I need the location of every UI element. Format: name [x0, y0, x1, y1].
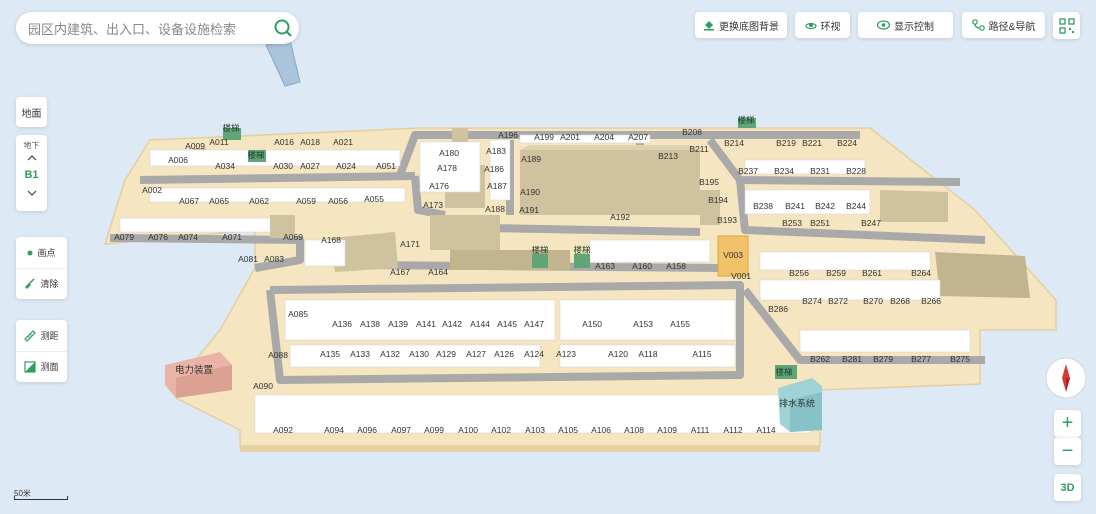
current-floor-label[interactable]: B1: [24, 169, 38, 181]
view-mode-toggle[interactable]: 3D: [1054, 474, 1081, 501]
mark-point-label: 画点: [37, 248, 56, 258]
underground-label: 地下: [23, 141, 40, 150]
search-input[interactable]: [26, 18, 250, 40]
chevron-up-icon[interactable]: [27, 155, 37, 161]
eye-icon: [877, 20, 890, 30]
scale-bar: 50米: [14, 488, 68, 500]
floor-ground-label: 地面: [21, 108, 42, 120]
area-icon: [24, 360, 37, 373]
route-navigation-button[interactable]: 路径&导航: [962, 12, 1045, 38]
clear-button[interactable]: 清除: [16, 268, 67, 299]
floor-ground-button[interactable]: 地面: [16, 97, 47, 127]
display-control-label: 显示控制: [894, 21, 934, 33]
search-icon[interactable]: [273, 18, 293, 38]
view-mode-label: 3D: [1060, 481, 1075, 494]
map-canvas[interactable]: [0, 0, 1096, 514]
draw-tools: 画点 清除: [16, 237, 67, 299]
power-room[interactable]: [165, 352, 232, 398]
route-pin-icon: [971, 19, 985, 31]
mark-point-button[interactable]: 画点: [16, 237, 67, 269]
change-background-label: 更换底图背景: [719, 21, 779, 33]
roam-label: 环视: [820, 21, 841, 33]
zoom-out-button[interactable]: −: [1054, 437, 1081, 465]
change-background-button[interactable]: 更换底图背景: [695, 12, 787, 38]
zoom-out-label: −: [1061, 440, 1074, 462]
qr-code-button[interactable]: [1053, 12, 1080, 39]
measure-area-label: 测面: [40, 362, 59, 372]
search-bar[interactable]: [16, 12, 299, 44]
zoom-in-label: +: [1061, 412, 1074, 434]
zoom-in-button[interactable]: +: [1054, 410, 1081, 437]
floor-selector: 地下 B1: [16, 135, 47, 211]
measure-area-button[interactable]: 测面: [16, 351, 67, 382]
drainage-room[interactable]: [778, 378, 822, 432]
display-control-button[interactable]: 显示控制: [858, 12, 953, 38]
paint-bucket-icon: [704, 21, 714, 31]
elevator-shaft: [265, 39, 301, 87]
measure-distance-button[interactable]: 测距: [16, 320, 67, 352]
orbit-icon: [804, 22, 817, 30]
qr-code-icon: [1058, 17, 1075, 34]
clear-label: 清除: [40, 279, 59, 289]
chevron-down-icon[interactable]: [27, 190, 37, 196]
compass-control[interactable]: [1045, 357, 1087, 399]
ruler-icon: [24, 329, 37, 342]
measure-distance-label: 测距: [40, 331, 59, 341]
roam-button[interactable]: 环视: [795, 12, 850, 38]
vip-zone: [717, 235, 749, 277]
broom-icon: [25, 277, 36, 289]
dot-icon: [27, 250, 33, 255]
route-navigation-label: 路径&导航: [988, 21, 1036, 33]
measure-tools: 测距 测面: [16, 320, 67, 382]
